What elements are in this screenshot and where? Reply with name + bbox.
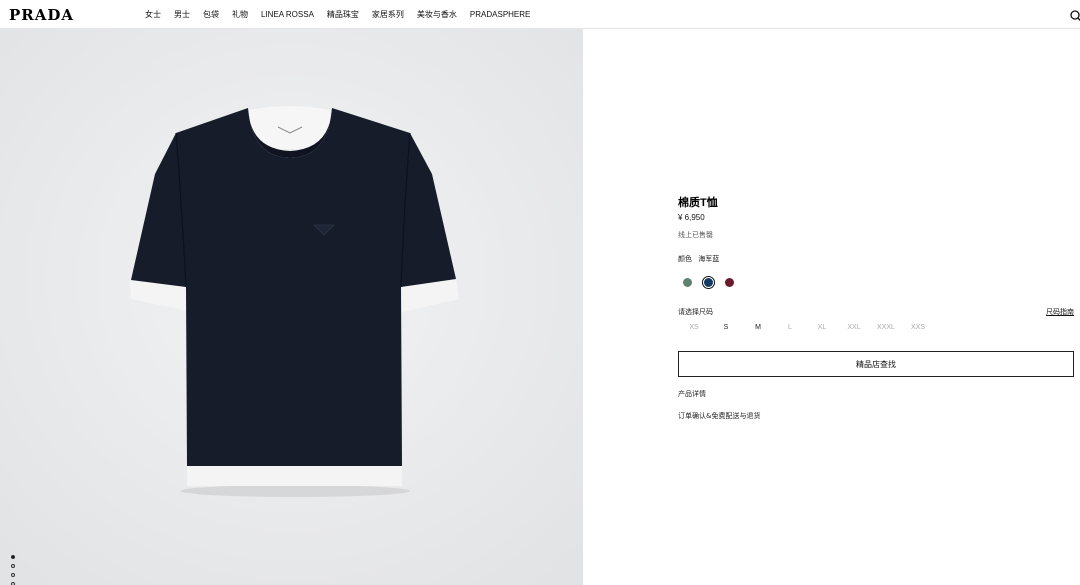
nav-item-beauty[interactable]: 美妆与香水 (417, 9, 457, 20)
prada-logo[interactable]: PRADA (9, 6, 74, 24)
color-swatch-navy[interactable] (702, 276, 715, 289)
find-in-boutique-button[interactable]: 精品店查找 (678, 351, 1074, 377)
main-nav: 女士 男士 包袋 礼物 LINEA ROSSA 精品珠宝 家居系列 美妆与香水 … (145, 0, 543, 29)
product-image-gallery[interactable] (0, 29, 583, 585)
nav-item-fine-jewelry[interactable]: 精品珠宝 (327, 9, 359, 20)
search-icon[interactable] (1070, 8, 1080, 22)
product-details-link[interactable]: 产品详情 (678, 389, 706, 399)
availability-status: 线上已售罄 (678, 231, 713, 239)
size-options: XS S M L XL XXL XXXL XXS (678, 324, 934, 331)
site-header: PRADA 女士 男士 包袋 礼物 LINEA ROSSA 精品珠宝 家居系列 … (0, 0, 1080, 29)
size-option-xs[interactable]: XS (678, 324, 710, 331)
nav-item-bags[interactable]: 包袋 (203, 9, 219, 20)
size-option-xxl[interactable]: XXL (838, 324, 870, 331)
color-selection-label: 颜色 海军蓝 (678, 254, 719, 264)
product-title: 棉质T恤 (678, 197, 718, 209)
pagination-dot-2[interactable] (11, 564, 15, 568)
size-option-s[interactable]: S (710, 324, 742, 331)
size-option-xl[interactable]: XL (806, 324, 838, 331)
swatch-fill (683, 278, 692, 287)
color-swatch-green[interactable] (681, 276, 694, 289)
nav-item-home[interactable]: 家居系列 (372, 9, 404, 20)
color-value: 海军蓝 (698, 255, 720, 263)
order-shipping-returns-link[interactable]: 订单确认&免费配送与退货 (678, 411, 760, 421)
nav-item-women[interactable]: 女士 (145, 9, 161, 20)
nav-item-gifts[interactable]: 礼物 (232, 9, 248, 20)
size-select-label: 请选择尺码 (678, 308, 713, 316)
size-option-xxxl[interactable]: XXXL (870, 324, 902, 331)
product-price: ¥ 6,950 (678, 213, 705, 222)
swatch-fill (704, 278, 713, 287)
size-guide-link[interactable]: 尺码指南 (1046, 307, 1074, 317)
color-swatches (681, 276, 744, 289)
gallery-pagination (11, 555, 15, 585)
pagination-dot-1[interactable] (11, 555, 15, 559)
size-option-l[interactable]: L (774, 324, 806, 331)
nav-item-linea-rossa[interactable]: LINEA ROSSA (261, 10, 314, 19)
size-option-xxs[interactable]: XXS (902, 324, 934, 331)
nav-item-pradasphere[interactable]: PRADASPHERE (470, 10, 530, 19)
swatch-fill (725, 278, 734, 287)
color-swatch-burgundy[interactable] (723, 276, 736, 289)
pagination-dot-3[interactable] (11, 573, 15, 577)
navy-tshirt-image (0, 29, 583, 585)
size-option-m[interactable]: M (742, 324, 774, 331)
color-label: 颜色 (678, 255, 692, 263)
nav-item-men[interactable]: 男士 (174, 9, 190, 20)
